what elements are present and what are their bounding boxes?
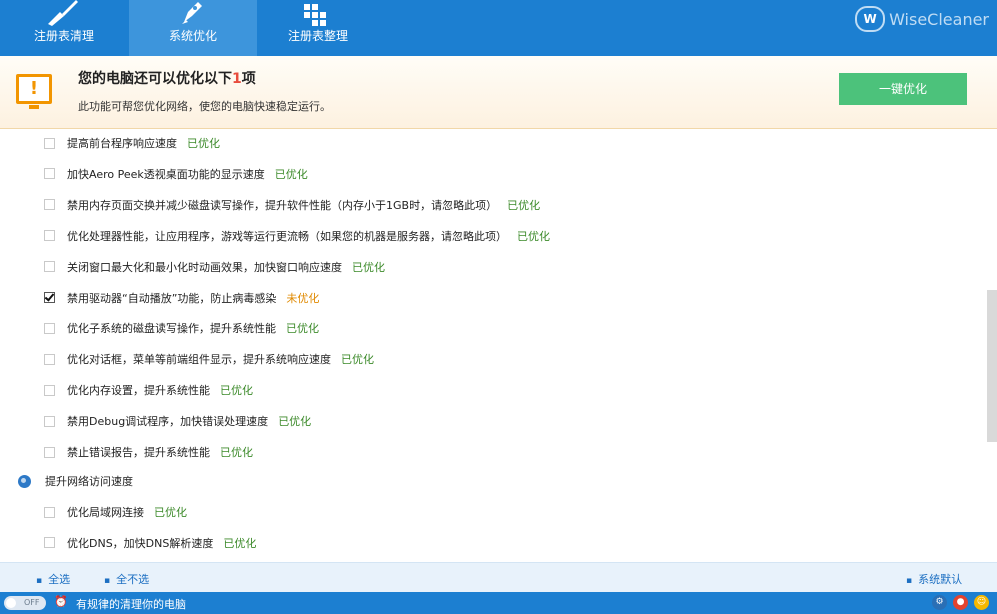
item-status: 已优化 — [507, 198, 541, 212]
select-all-link[interactable]: 全选 — [36, 571, 70, 587]
tab-label: 注册表整理 — [287, 29, 348, 43]
tab-label: 注册表清理 — [33, 29, 94, 43]
list-item[interactable]: 禁用驱动器“自动播放”功能，防止病毒感染 未优化 — [44, 288, 319, 308]
item-label: 优化内存设置，提升系统性能 — [67, 384, 210, 398]
tab-label: 系统优化 — [168, 29, 217, 43]
notice-title-prefix: 您的电脑还可以优化以下 — [78, 71, 232, 87]
list-item[interactable]: 禁止错误报告，提升系统性能 已优化 — [44, 442, 253, 462]
brand-logo[interactable]: W WiseCleaner — [855, 6, 989, 32]
blocks-icon — [254, 0, 382, 28]
item-status: 已优化 — [517, 229, 550, 243]
list-item[interactable]: 提高前台程序响应速度 已优化 — [44, 133, 220, 153]
list-item[interactable]: 优化DNS，加快DNS解析速度 已优化 — [44, 533, 256, 553]
list-item[interactable]: 加快Aero Peek透视桌面功能的显示速度 已优化 — [44, 164, 308, 184]
item-checkbox[interactable] — [44, 506, 55, 518]
item-status: 已优化 — [352, 260, 385, 274]
settings-icon[interactable]: ⚙ — [932, 595, 947, 610]
scrollbar-thumb[interactable] — [987, 290, 997, 442]
item-label: 优化子系统的磁盘读写操作，提升系统性能 — [67, 322, 276, 336]
item-checkbox[interactable] — [44, 261, 55, 273]
item-checkbox[interactable] — [44, 384, 55, 396]
section-network: 提升网络访问速度 — [18, 471, 133, 491]
item-status: 已优化 — [220, 446, 253, 459]
item-status: 已优化 — [274, 167, 308, 181]
weibo-icon[interactable]: ● — [953, 595, 968, 610]
item-checkbox[interactable] — [44, 292, 55, 303]
item-status: 已优化 — [223, 536, 257, 550]
section-title: 提升网络访问速度 — [45, 475, 133, 488]
alarm-clock-icon: ⏰ — [54, 595, 68, 608]
rocket-icon — [129, 0, 257, 28]
item-checkbox[interactable] — [44, 322, 55, 334]
system-default-link[interactable]: 系统默认 — [906, 571, 962, 587]
item-checkbox[interactable] — [44, 168, 55, 180]
item-checkbox[interactable] — [44, 537, 55, 549]
monitor-warning-icon — [16, 74, 52, 109]
notice-title: 您的电脑还可以优化以下1项 — [78, 68, 256, 88]
broom-icon — [0, 0, 128, 28]
list-item[interactable]: 优化处理器性能，让应用程序，游戏等运行更流畅（如果您的机器是服务器，请忽略此项）… — [44, 226, 550, 246]
item-checkbox[interactable] — [44, 137, 55, 149]
item-label: 提高前台程序响应速度 — [67, 137, 177, 150]
item-checkbox[interactable] — [44, 353, 55, 365]
item-label: 优化局域网连接 — [67, 506, 144, 519]
brand-name: WiseCleaner — [889, 9, 989, 29]
optimization-list: 提高前台程序响应速度 已优化 加快Aero Peek透视桌面功能的显示速度 已优化 禁用… — [0, 129, 987, 561]
one-click-optimize-button[interactable]: 一键优化 — [839, 73, 967, 105]
item-label: 优化处理器性能，让应用程序，游戏等运行更流畅（如果您的机器是服务器，请忽略此项） — [67, 229, 507, 243]
item-checkbox[interactable] — [44, 446, 55, 458]
status-icons: ⚙ ● ☺ — [926, 595, 989, 610]
item-status: 已优化 — [286, 322, 319, 336]
notice-count: 1 — [232, 71, 242, 87]
item-label: 加快Aero Peek透视桌面功能的显示速度 — [67, 167, 265, 181]
item-label: 禁用内存页面交换并减少磁盘读写操作，提升软件性能（内存小于1GB时，请忽略此项） — [67, 198, 498, 212]
list-item[interactable]: 优化局域网连接 已优化 — [44, 502, 187, 522]
select-none-link[interactable]: 全不选 — [104, 571, 149, 587]
item-status: 未优化 — [286, 291, 320, 305]
list-item[interactable]: 禁用内存页面交换并减少磁盘读写操作，提升软件性能（内存小于1GB时，请忽略此项）… — [44, 195, 540, 215]
item-status: 已优化 — [341, 353, 374, 367]
item-status: 已优化 — [187, 137, 220, 150]
notice-title-suffix: 项 — [241, 71, 256, 87]
list-item[interactable]: 优化内存设置，提升系统性能 已优化 — [44, 380, 253, 400]
top-toolbar: 注册表清理 系统优化 注册表整理 W WiseCleaner — [0, 0, 997, 56]
item-status: 已优化 — [154, 506, 187, 519]
tab-registry-cleaner[interactable]: 注册表清理 — [0, 0, 128, 56]
item-status: 已优化 — [278, 415, 312, 429]
item-label: 禁止错误报告，提升系统性能 — [67, 446, 210, 459]
wisecleaner-logo-icon: W — [855, 6, 886, 32]
item-label: 优化对话框，菜单等前端组件显示，提升系统响应速度 — [67, 353, 331, 367]
status-bar: OFF ⏰ 有规律的清理你的电脑 ⚙ ● ☺ — [0, 592, 997, 614]
globe-icon — [18, 474, 31, 488]
list-item[interactable]: 禁用Debug调试程序，加快错误处理速度 已优化 — [44, 411, 311, 431]
item-label: 优化DNS，加快DNS解析速度 — [67, 536, 214, 550]
item-checkbox[interactable] — [44, 415, 55, 427]
item-label: 禁用驱动器“自动播放”功能，防止病毒感染 — [67, 291, 277, 305]
optimize-notice: 您的电脑还可以优化以下1项 此功能可帮您优化网络，使您的电脑快速稳定运行。 一键… — [0, 56, 997, 129]
footer-bar: 全选 全不选 系统默认 — [0, 562, 997, 592]
item-checkbox[interactable] — [44, 199, 55, 211]
list-item[interactable]: 优化对话框，菜单等前端组件显示，提升系统响应速度 已优化 — [44, 349, 374, 369]
item-status: 已优化 — [220, 384, 253, 398]
item-label: 禁用Debug调试程序，加快错误处理速度 — [67, 415, 269, 429]
tab-registry-defrag[interactable]: 注册表整理 — [254, 0, 382, 56]
notice-description: 此功能可帮您优化网络，使您的电脑快速稳定运行。 — [78, 100, 331, 113]
smiley-icon[interactable]: ☺ — [974, 595, 989, 610]
auto-clean-toggle[interactable]: OFF — [4, 596, 46, 610]
item-label: 关闭窗口最大化和最小化时动画效果，加快窗口响应速度 — [67, 260, 342, 274]
schedule-clean-text[interactable]: 有规律的清理你的电脑 — [76, 596, 186, 612]
item-checkbox[interactable] — [44, 230, 55, 242]
list-item[interactable]: 关闭窗口最大化和最小化时动画效果，加快窗口响应速度 已优化 — [44, 257, 385, 277]
list-item[interactable]: 优化子系统的磁盘读写操作，提升系统性能 已优化 — [44, 318, 319, 338]
tab-system-optimize[interactable]: 系统优化 — [129, 0, 257, 56]
